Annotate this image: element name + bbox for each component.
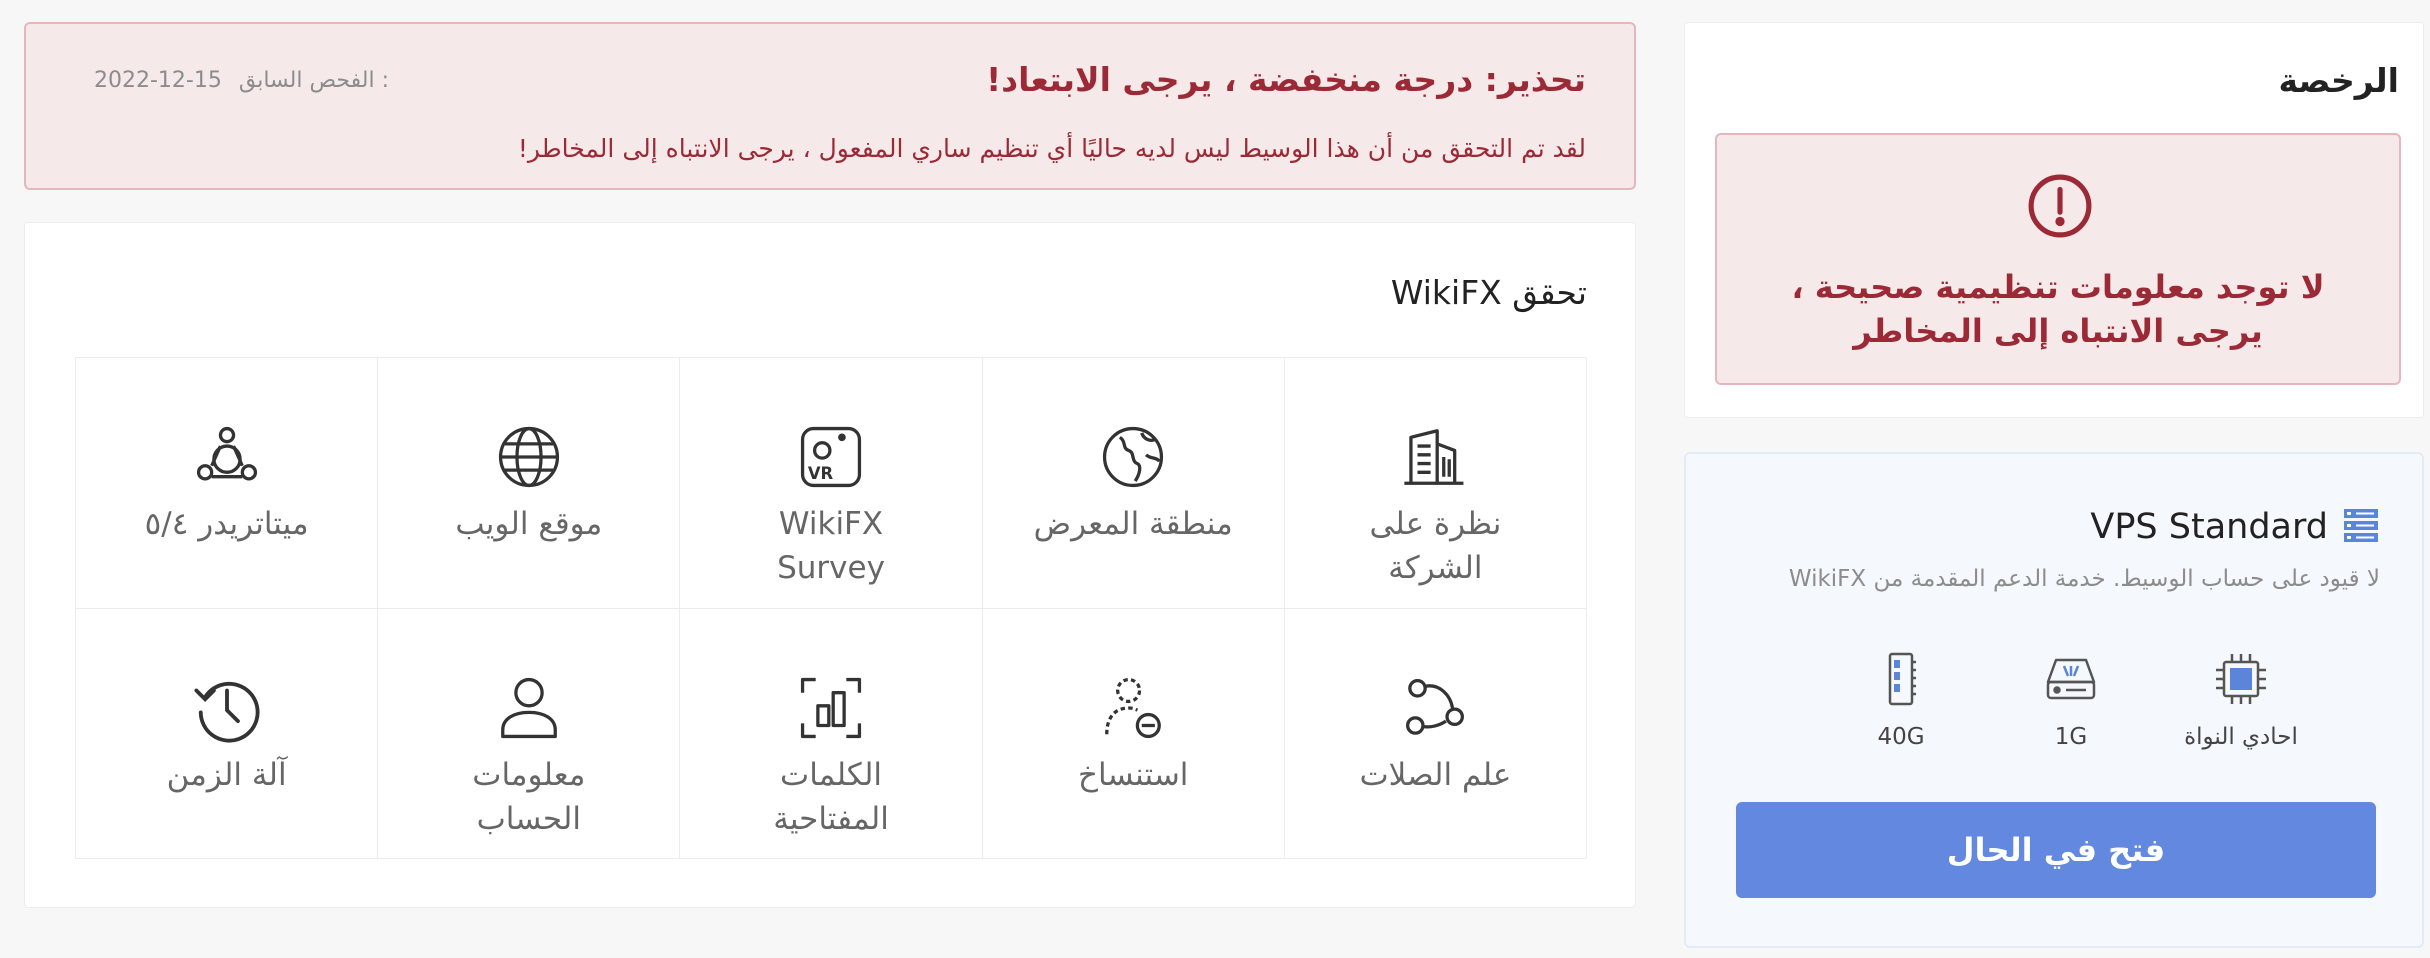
verify-item-label: منطقة المعرض [1033, 506, 1233, 542]
license-card: الرخصة لا توجد معلومات تنظيمية صحيحة ، ي… [1684, 22, 2424, 418]
spec-label: 1G [2054, 724, 2088, 750]
license-alert: لا توجد معلومات تنظيمية صحيحة ، يرجى الا… [1715, 133, 2401, 385]
cpu-icon [2176, 650, 2306, 708]
verify-item-keywords[interactable]: الكلمات المفتاحية [680, 608, 983, 859]
spec-label: احادي النواة [2184, 724, 2298, 750]
open-now-button[interactable]: فتح في الحال [1736, 802, 2376, 898]
verify-grid: نظرة على الشركة منطقة المعرض VR WikiFX S… [75, 357, 1587, 859]
verify-item-exhibition[interactable]: منطقة المعرض [982, 358, 1285, 609]
verify-item-label: WikiFX Survey [777, 506, 885, 586]
verify-item-label: موقع الويب [455, 506, 603, 542]
last-check-label: الفحص السابق : [238, 68, 389, 93]
verify-item-label: آلة الزمن [166, 756, 287, 793]
disk-icon [2006, 650, 2136, 708]
last-check: 2022-12-15 الفحص السابق : [84, 68, 389, 93]
verify-item-survey[interactable]: VR WikiFX Survey [680, 358, 983, 609]
verify-item-label: معلومات الحساب [472, 756, 586, 837]
server-icon [2342, 506, 2380, 548]
verify-item-metatrader[interactable]: ميتاتريدر ٥/٤ [76, 358, 379, 609]
verify-item-website[interactable]: موقع الويب [378, 358, 681, 609]
globe-icon [494, 422, 564, 492]
vps-header: VPS Standard [2090, 506, 2380, 548]
verify-item-relations[interactable]: علم الصلات [1284, 608, 1587, 859]
keywords-icon [796, 673, 866, 743]
vps-card: VPS Standard لا قيود على حساب الوسيط. خد… [1684, 452, 2424, 948]
vps-title: VPS Standard [2090, 507, 2328, 547]
last-check-date: 2022-12-15 [94, 68, 222, 93]
verify-item-time-machine[interactable]: آلة الزمن [76, 608, 379, 859]
wikifx-verify-card: تحقق WikiFX نظرة على الشركة منطقة المعرض… [24, 222, 1636, 908]
vps-description: لا قيود على حساب الوسيط. خدمة الدعم المق… [1788, 566, 2380, 592]
verify-item-label: استنساخ [1078, 756, 1189, 793]
metatrader-icon [192, 422, 262, 492]
warning-banner: تحذير: درجة منخفضة ، يرجى الابتعاد! لقد … [24, 22, 1636, 190]
verify-item-label: ميتاتريدر ٥/٤ [144, 506, 309, 542]
verify-item-label: نظرة على الشركة [1369, 506, 1502, 586]
verify-title: تحقق WikiFX [1390, 273, 1587, 312]
verify-item-account[interactable]: معلومات الحساب [378, 608, 681, 859]
license-title: الرخصة [2278, 61, 2399, 100]
verify-item-label: الكلمات المفتاحية [773, 756, 889, 837]
vr-survey-icon: VR [796, 422, 866, 492]
vps-specs: 40G 1G احادي النواة [1836, 650, 2306, 770]
spec-cpu: احادي النواة [2176, 650, 2306, 750]
relations-icon [1400, 673, 1470, 743]
verify-item-company[interactable]: نظرة على الشركة [1284, 358, 1587, 609]
building-icon [1400, 422, 1470, 492]
spec-memory: 40G [1836, 650, 1966, 750]
svg-text:VR: VR [808, 464, 834, 483]
warning-message: لقد تم التحقق من أن هذا الوسيط ليس لديه … [517, 134, 1586, 163]
memory-icon [1836, 650, 1966, 708]
history-icon [192, 673, 262, 743]
user-icon [494, 673, 564, 743]
globe-map-icon [1098, 422, 1168, 492]
clone-person-icon [1098, 673, 1168, 743]
license-message: لا توجد معلومات تنظيمية صحيحة ، يرجى الا… [1791, 268, 2325, 350]
warning-title: تحذير: درجة منخفضة ، يرجى الابتعاد! [986, 60, 1586, 99]
verify-item-label: علم الصلات [1359, 756, 1512, 793]
spec-disk: 1G [2006, 650, 2136, 750]
verify-item-clone[interactable]: استنساخ [982, 608, 1285, 859]
spec-label: 40G [1877, 724, 1925, 750]
